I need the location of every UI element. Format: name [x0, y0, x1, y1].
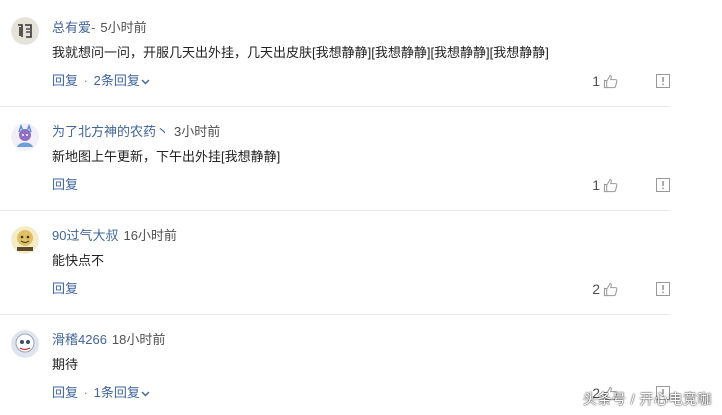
timestamp: 5小时前 [100, 20, 147, 35]
report-icon[interactable] [656, 178, 670, 192]
comment-actions: 回复 · 2条回复 [52, 73, 150, 89]
comment-meta: 总有爱- 5小时前 [52, 20, 147, 36]
timestamp: 16小时前 [123, 228, 177, 243]
comment-meta: 滑稽4266 18小时前 [52, 332, 165, 348]
view-replies-button[interactable]: 2条回复 [94, 73, 150, 88]
comment-text: 能快点不 [52, 253, 105, 268]
replies-count-label: 2条回复 [93, 73, 140, 88]
separator-dot: · [83, 73, 88, 88]
comment-text: 新地图上午更新，下午出外挂[我想静静] [52, 149, 281, 164]
like-button[interactable]: 2 [592, 281, 618, 297]
comment-item: 为了北方神的农药丶 3小时前 新地图上午更新，下午出外挂[我想静静] 回复 1 [0, 106, 670, 211]
timestamp: 3小时前 [174, 124, 221, 139]
reply-button[interactable]: 回复 [52, 73, 78, 88]
reply-button[interactable]: 回复 [52, 281, 78, 296]
username[interactable]: 为了北方神的农药丶 [52, 124, 169, 139]
thumbs-up-icon [603, 178, 618, 192]
comment-actions: 回复 [52, 281, 78, 297]
avatar[interactable] [11, 123, 39, 151]
chevron-down-icon [141, 391, 150, 397]
report-icon[interactable] [656, 282, 670, 296]
comment-item: 总有爱- 5小时前 我就想问一问，开服几天出外挂，几天出皮肤[我想静静][我想静静… [0, 0, 670, 107]
like-count: 2 [592, 281, 600, 297]
avatar[interactable] [11, 330, 39, 358]
username[interactable]: 滑稽4266 [52, 332, 107, 347]
like-button[interactable]: 1 [592, 73, 618, 89]
chevron-down-icon [141, 79, 150, 85]
like-button[interactable]: 1 [592, 177, 618, 193]
comment-item: 90过气大叔 16小时前 能快点不 回复 2 [0, 210, 670, 315]
separator-dot: · [83, 385, 88, 400]
comment-actions: 回复 [52, 177, 78, 193]
timestamp: 18小时前 [111, 332, 166, 347]
comment-text: 我就想问一问，开服几天出外挂，几天出皮肤[我想静静][我想静静][我想静静][我… [52, 45, 549, 60]
watermark: 头条号 / 开心电竞咖 [582, 391, 712, 407]
comment-actions: 回复 · 1条回复 [52, 385, 150, 401]
reply-button[interactable]: 回复 [52, 385, 78, 400]
like-count: 1 [592, 73, 600, 89]
thumbs-up-icon [603, 282, 618, 296]
comment-meta: 为了北方神的农药丶 3小时前 [52, 124, 220, 140]
comment-meta: 90过气大叔 16小时前 [52, 228, 177, 244]
reply-button[interactable]: 回复 [52, 177, 78, 192]
like-count: 1 [592, 177, 600, 193]
username[interactable]: 总有爱- [52, 20, 95, 35]
username[interactable]: 90过气大叔 [52, 228, 118, 243]
report-icon[interactable] [656, 74, 670, 88]
thumbs-up-icon [603, 74, 618, 88]
comment-item: 滑稽4266 18小时前 期待 回复 · 1条回复 2 [0, 314, 670, 415]
replies-count-label: 1条回复 [93, 385, 140, 400]
avatar[interactable] [11, 17, 39, 45]
view-replies-button[interactable]: 1条回复 [94, 385, 150, 400]
avatar[interactable] [11, 226, 39, 254]
comment-text: 期待 [52, 357, 79, 372]
